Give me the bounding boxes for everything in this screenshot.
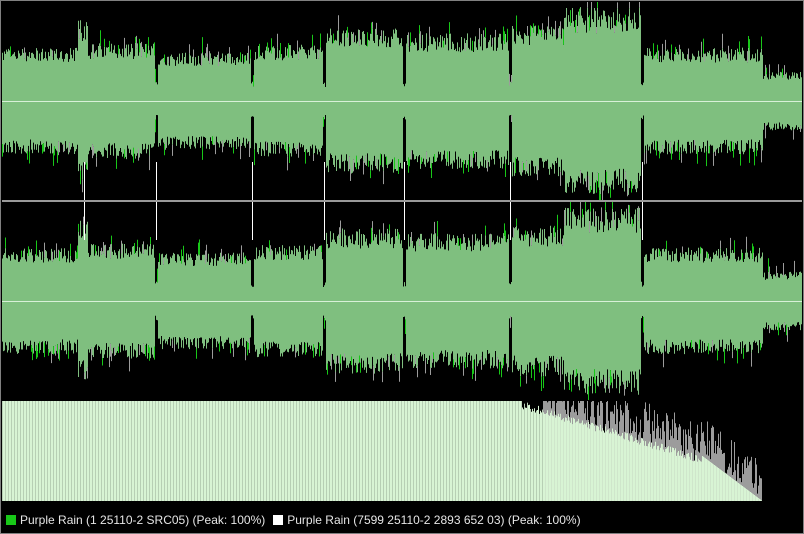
legend-label-track-b: Purple Rain (7599 25110-2 2893 652 03) (… bbox=[287, 512, 581, 527]
waveform-left-channel bbox=[2, 2, 802, 200]
legend-entry-track-a: Purple Rain (1 25110-2 SRC05) (Peak: 100… bbox=[6, 513, 265, 527]
track-b-color-swatch bbox=[273, 514, 284, 525]
waveform-comparison-window: Purple Rain (1 25110-2 SRC05) (Peak: 100… bbox=[0, 0, 804, 534]
left-channel-plot bbox=[2, 2, 802, 200]
legend: Purple Rain (1 25110-2 SRC05) (Peak: 100… bbox=[2, 507, 802, 532]
legend-label-track-a: Purple Rain (1 25110-2 SRC05) (Peak: 100… bbox=[20, 512, 266, 527]
frequency-spectrum bbox=[2, 401, 802, 501]
right-channel-plot bbox=[2, 202, 802, 400]
spectrum-plot bbox=[2, 401, 762, 501]
waveform-right-channel bbox=[2, 202, 802, 400]
track-a-color-swatch bbox=[6, 514, 16, 525]
legend-entry-track-b: Purple Rain (7599 25110-2 2893 652 03) (… bbox=[273, 512, 581, 527]
spectrum-bars bbox=[2, 401, 762, 501]
